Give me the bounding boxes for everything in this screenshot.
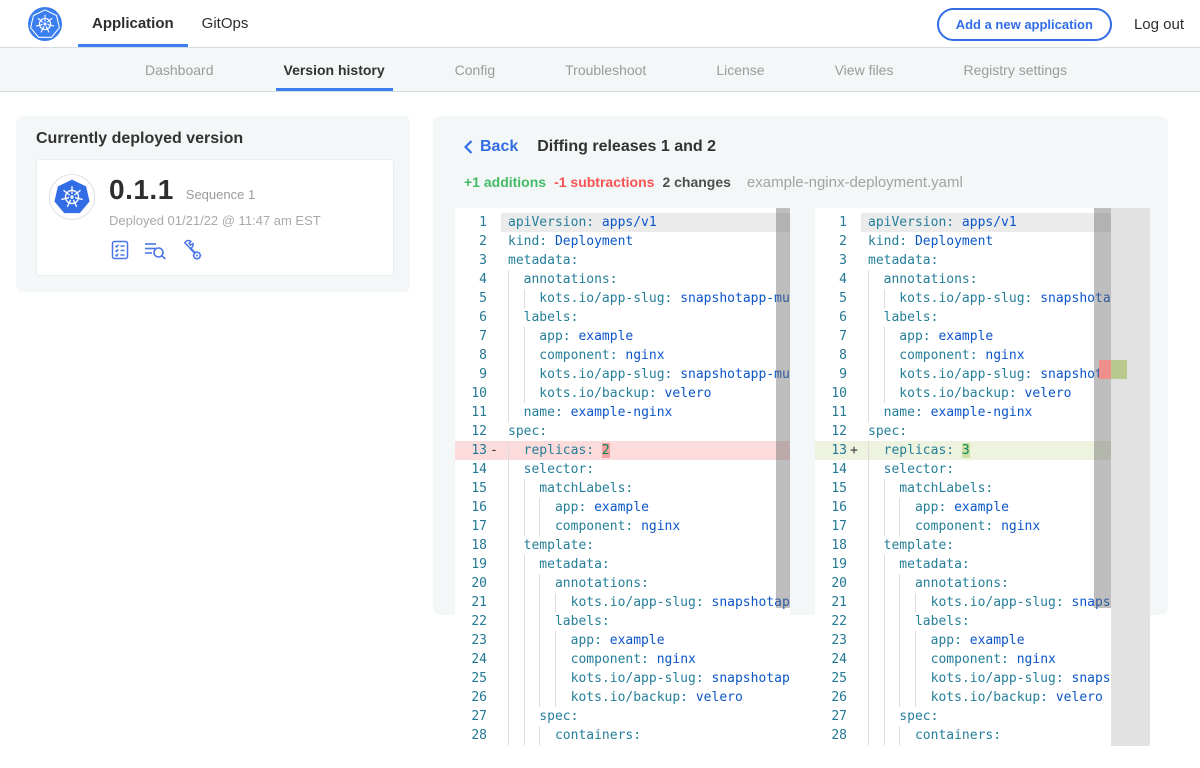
logout-link[interactable]: Log out (1134, 16, 1184, 33)
diff-overview-ruler (1111, 208, 1150, 746)
deployed-timestamp: Deployed 01/21/22 @ 11:47 am EST (109, 213, 321, 228)
scrollbar-slider[interactable] (776, 208, 790, 608)
tab-gitops[interactable]: GitOps (188, 0, 263, 47)
code-line: 5 kots.io/app-slug: snapshotapp-mu (455, 289, 790, 308)
view-logs-icon[interactable] (143, 239, 169, 261)
tab-application[interactable]: Application (78, 0, 188, 47)
add-application-button[interactable]: Add a new application (937, 8, 1112, 41)
subnav-item-config[interactable]: Config (447, 48, 503, 91)
code-line: 27 spec: (815, 707, 1150, 726)
diff-editor-modified[interactable]: 1apiVersion: apps/v12kind: Deployment3me… (815, 208, 1150, 746)
subtractions-count: -1 subtractions (554, 174, 654, 190)
top-header: Application GitOps Add a new application… (0, 0, 1200, 48)
code-line: 8 component: nginx (455, 346, 790, 365)
version-info: 0.1.1 Sequence 1 Deployed 01/21/22 @ 11:… (109, 174, 321, 261)
app-subnav: Dashboard Version history Config Trouble… (0, 48, 1200, 92)
code-line: 21 kots.io/app-slug: snapshotap (455, 593, 790, 612)
release-notes-icon[interactable] (109, 239, 131, 261)
code-line: 9 kots.io/app-slug: snapshotapp-mu (455, 365, 790, 384)
code-line: 15 matchLabels: (455, 479, 790, 498)
back-link[interactable]: Back (464, 138, 518, 156)
code-line: 28 containers: (815, 726, 1150, 745)
subnav-label: License (716, 62, 764, 78)
code-line: 26 kots.io/backup: velero (815, 688, 1150, 707)
code-line: 28 containers: (455, 726, 790, 745)
app-kubernetes-icon (49, 174, 95, 220)
code-line: 17 component: nginx (455, 517, 790, 536)
code-line: 25 kots.io/app-slug: snapshotap (455, 669, 790, 688)
subnav-item-view-files[interactable]: View files (827, 48, 902, 91)
code-line: 2kind: Deployment (455, 232, 790, 251)
version-number: 0.1.1 (109, 174, 174, 206)
code-line: 1apiVersion: apps/v1 (455, 213, 790, 232)
sequence-label: Sequence 1 (186, 187, 255, 202)
code-line: 10 kots.io/backup: velero (455, 384, 790, 403)
tab-gitops-label: GitOps (202, 15, 249, 32)
subnav-item-dashboard[interactable]: Dashboard (137, 48, 222, 91)
additions-count: +1 additions (464, 174, 546, 190)
diff-stats: +1 additions -1 subtractions 2 changes e… (464, 174, 963, 191)
code-line: 24 component: nginx (455, 650, 790, 669)
subnav-label: Registry settings (963, 62, 1066, 78)
code-line: 22 labels: (455, 612, 790, 631)
chevron-left-icon (464, 140, 473, 154)
deployed-version-card: 0.1.1 Sequence 1 Deployed 01/21/22 @ 11:… (36, 159, 394, 276)
code-line: 11 name: example-nginx (455, 403, 790, 422)
code-line: 12spec: (455, 422, 790, 441)
ruler-removed-marker (1099, 360, 1111, 379)
diff-releases-card: Back Diffing releases 1 and 2 +1 additio… (433, 116, 1168, 615)
code-line: 25 kots.io/app-slug: snapshotap (815, 669, 1150, 688)
code-line: 26 kots.io/backup: velero (455, 688, 790, 707)
scrollbar-slider[interactable] (1094, 208, 1111, 608)
subnav-label: Dashboard (145, 62, 214, 78)
subnav-label: Version history (284, 62, 385, 78)
tab-application-label: Application (92, 15, 174, 32)
subnav-label: Config (455, 62, 495, 78)
code-line: 13- replicas: 2 (455, 441, 790, 460)
deployed-card-title: Currently deployed version (36, 130, 394, 148)
version-action-icons (109, 239, 321, 261)
code-line: 23 app: example (815, 631, 1150, 650)
diff-title: Diffing releases 1 and 2 (537, 138, 716, 156)
code-line: 16 app: example (455, 498, 790, 517)
subnav-item-troubleshoot[interactable]: Troubleshoot (557, 48, 654, 91)
kots-admin-console: Application GitOps Add a new application… (0, 0, 1200, 768)
code-line: 19 metadata: (455, 555, 790, 574)
code-line: 4 annotations: (455, 270, 790, 289)
code-lines: 1apiVersion: apps/v12kind: Deployment3me… (455, 208, 790, 745)
changes-count: 2 changes (662, 174, 730, 190)
subnav-label: View files (835, 62, 894, 78)
configure-icon[interactable] (181, 239, 203, 261)
code-line: 18 template: (455, 536, 790, 555)
top-nav: Application GitOps (78, 0, 262, 47)
subnav-item-registry-settings[interactable]: Registry settings (955, 48, 1074, 91)
currently-deployed-card: Currently deployed version (16, 116, 410, 292)
code-line: 23 app: example (455, 631, 790, 650)
diff-filename: example-nginx-deployment.yaml (747, 174, 963, 191)
code-line: 6 labels: (455, 308, 790, 327)
code-line: 22 labels: (815, 612, 1150, 631)
code-line: 27 spec: (455, 707, 790, 726)
subnav-item-license[interactable]: License (708, 48, 772, 91)
code-line: 20 annotations: (455, 574, 790, 593)
back-label: Back (480, 138, 518, 156)
diff-editor-original[interactable]: 1apiVersion: apps/v12kind: Deployment3me… (455, 208, 790, 746)
ruler-added-marker (1111, 360, 1127, 379)
header-right: Add a new application Log out (937, 0, 1184, 48)
code-line: 14 selector: (455, 460, 790, 479)
kubernetes-logo-icon (28, 7, 62, 41)
code-line: 24 component: nginx (815, 650, 1150, 669)
code-line: 7 app: example (455, 327, 790, 346)
subnav-label: Troubleshoot (565, 62, 646, 78)
subnav-item-version-history[interactable]: Version history (276, 48, 393, 91)
code-line: 3metadata: (455, 251, 790, 270)
